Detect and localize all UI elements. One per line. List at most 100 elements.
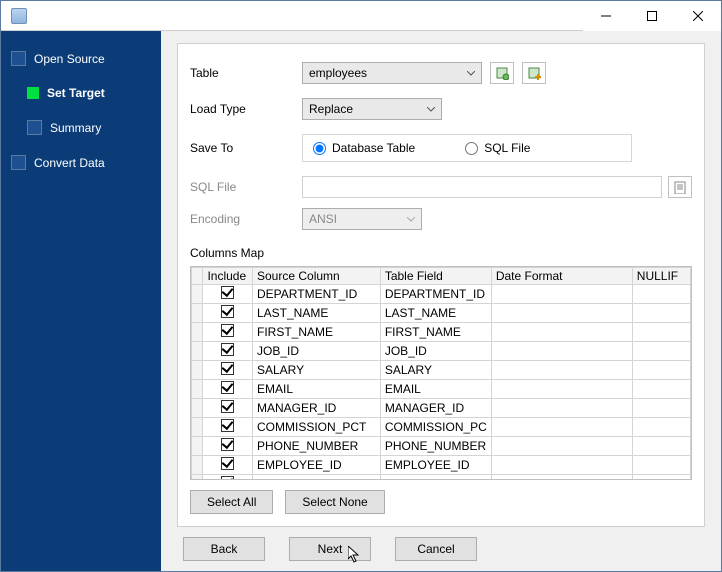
checkbox-icon[interactable] xyxy=(221,305,234,318)
checkbox-icon[interactable] xyxy=(221,457,234,470)
checkbox-icon[interactable] xyxy=(221,343,234,356)
col-include[interactable]: Include xyxy=(203,268,253,285)
include-cell[interactable] xyxy=(203,418,253,437)
include-cell[interactable] xyxy=(203,361,253,380)
col-source[interactable]: Source Column xyxy=(253,268,381,285)
source-cell[interactable]: FIRST_NAME xyxy=(253,323,381,342)
field-cell[interactable]: COMMISSION_PC xyxy=(380,418,491,437)
table-row[interactable]: PHONE_NUMBERPHONE_NUMBER xyxy=(192,437,691,456)
back-button[interactable]: Back xyxy=(183,537,265,561)
field-cell[interactable]: SALARY xyxy=(380,361,491,380)
table-row[interactable]: FIRST_NAMEFIRST_NAME xyxy=(192,323,691,342)
table-row[interactable]: EMPLOYEE_IDEMPLOYEE_ID xyxy=(192,456,691,475)
field-cell[interactable]: FIRST_NAME xyxy=(380,323,491,342)
col-dateformat[interactable]: Date Format xyxy=(491,268,632,285)
table-row[interactable]: EMAILEMAIL xyxy=(192,380,691,399)
nullif-cell[interactable] xyxy=(632,456,690,475)
next-button[interactable]: Next xyxy=(289,537,371,561)
step-convert-data[interactable]: Convert Data xyxy=(1,149,161,176)
checkbox-icon[interactable] xyxy=(221,381,234,394)
checkbox-icon[interactable] xyxy=(221,476,234,480)
field-cell[interactable]: JOB_ID xyxy=(380,342,491,361)
dateformat-cell[interactable] xyxy=(491,342,632,361)
include-cell[interactable] xyxy=(203,475,253,481)
field-cell[interactable]: EMPLOYEE_ID xyxy=(380,456,491,475)
include-cell[interactable] xyxy=(203,342,253,361)
col-nullif[interactable]: NULLIF xyxy=(632,268,690,285)
source-cell[interactable]: HIRE_DATE xyxy=(253,475,381,481)
table-row[interactable]: MANAGER_IDMANAGER_ID xyxy=(192,399,691,418)
sqlfile-input[interactable] xyxy=(302,176,662,198)
nullif-cell[interactable] xyxy=(632,399,690,418)
nullif-cell[interactable] xyxy=(632,418,690,437)
dateformat-cell[interactable] xyxy=(491,304,632,323)
source-cell[interactable]: DEPARTMENT_ID xyxy=(253,285,381,304)
radio-input[interactable] xyxy=(465,142,478,155)
checkbox-icon[interactable] xyxy=(221,438,234,451)
checkbox-icon[interactable] xyxy=(221,286,234,299)
minimize-button[interactable] xyxy=(583,1,629,31)
nullif-cell[interactable] xyxy=(632,437,690,456)
source-cell[interactable]: PHONE_NUMBER xyxy=(253,437,381,456)
checkbox-icon[interactable] xyxy=(221,400,234,413)
saveto-database-radio[interactable]: Database Table xyxy=(313,141,415,155)
include-cell[interactable] xyxy=(203,285,253,304)
close-button[interactable] xyxy=(675,1,721,31)
field-cell[interactable]: MANAGER_ID xyxy=(380,399,491,418)
table-select[interactable]: employees xyxy=(302,62,482,84)
nullif-cell[interactable] xyxy=(632,342,690,361)
columns-map-grid[interactable]: Include Source Column Table Field Date F… xyxy=(190,266,692,480)
refresh-table-button[interactable] xyxy=(490,62,514,84)
nullif-cell[interactable] xyxy=(632,380,690,399)
source-cell[interactable]: MANAGER_ID xyxy=(253,399,381,418)
include-cell[interactable] xyxy=(203,323,253,342)
field-cell[interactable]: EMAIL xyxy=(380,380,491,399)
include-cell[interactable] xyxy=(203,399,253,418)
table-row[interactable]: HIRE_DATEHIRE_DATE xyxy=(192,475,691,481)
nullif-cell[interactable] xyxy=(632,285,690,304)
loadtype-select[interactable]: Replace xyxy=(302,98,442,120)
include-cell[interactable] xyxy=(203,380,253,399)
cancel-button[interactable]: Cancel xyxy=(395,537,477,561)
col-field[interactable]: Table Field xyxy=(380,268,491,285)
source-cell[interactable]: EMAIL xyxy=(253,380,381,399)
dateformat-cell[interactable] xyxy=(491,361,632,380)
source-cell[interactable]: EMPLOYEE_ID xyxy=(253,456,381,475)
checkbox-icon[interactable] xyxy=(221,419,234,432)
select-all-button[interactable]: Select All xyxy=(190,490,273,514)
dateformat-cell[interactable] xyxy=(491,323,632,342)
field-cell[interactable]: LAST_NAME xyxy=(380,304,491,323)
source-cell[interactable]: LAST_NAME xyxy=(253,304,381,323)
radio-input[interactable] xyxy=(313,142,326,155)
dateformat-cell[interactable] xyxy=(491,437,632,456)
step-set-target[interactable]: Set Target xyxy=(1,80,161,106)
source-cell[interactable]: JOB_ID xyxy=(253,342,381,361)
dateformat-cell[interactable] xyxy=(491,399,632,418)
source-cell[interactable]: SALARY xyxy=(253,361,381,380)
nullif-cell[interactable] xyxy=(632,475,690,481)
saveto-sqlfile-radio[interactable]: SQL File xyxy=(465,141,530,155)
step-open-source[interactable]: Open Source xyxy=(1,45,161,72)
maximize-button[interactable] xyxy=(629,1,675,31)
new-table-button[interactable] xyxy=(522,62,546,84)
dateformat-cell[interactable] xyxy=(491,418,632,437)
include-cell[interactable] xyxy=(203,456,253,475)
table-row[interactable]: JOB_IDJOB_ID xyxy=(192,342,691,361)
dateformat-cell[interactable] xyxy=(491,285,632,304)
nullif-cell[interactable] xyxy=(632,304,690,323)
dateformat-cell[interactable] xyxy=(491,380,632,399)
include-cell[interactable] xyxy=(203,304,253,323)
field-cell[interactable]: PHONE_NUMBER xyxy=(380,437,491,456)
checkbox-icon[interactable] xyxy=(221,324,234,337)
source-cell[interactable]: COMMISSION_PCT xyxy=(253,418,381,437)
select-none-button[interactable]: Select None xyxy=(285,490,384,514)
dateformat-cell[interactable] xyxy=(491,475,632,481)
nullif-cell[interactable] xyxy=(632,323,690,342)
nullif-cell[interactable] xyxy=(632,361,690,380)
field-cell[interactable]: DEPARTMENT_ID xyxy=(380,285,491,304)
dateformat-cell[interactable] xyxy=(491,456,632,475)
browse-file-button[interactable] xyxy=(668,176,692,198)
checkbox-icon[interactable] xyxy=(221,362,234,375)
table-row[interactable]: DEPARTMENT_IDDEPARTMENT_ID xyxy=(192,285,691,304)
table-row[interactable]: LAST_NAMELAST_NAME xyxy=(192,304,691,323)
